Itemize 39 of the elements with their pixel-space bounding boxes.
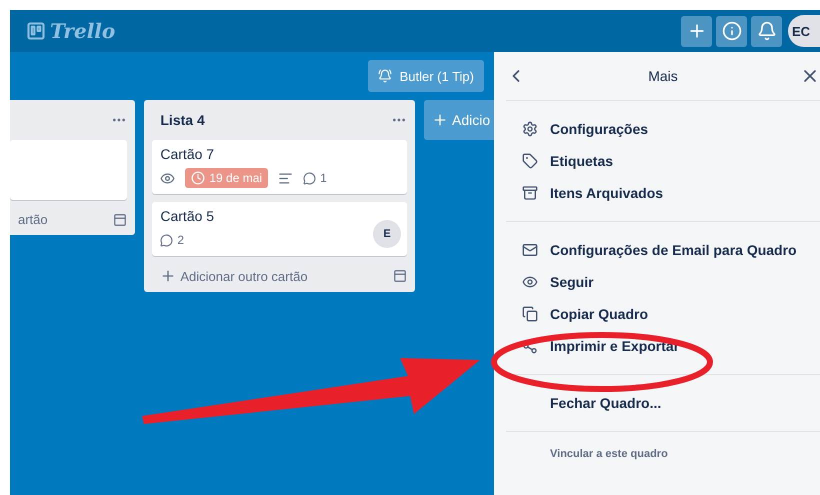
plus-icon (432, 112, 448, 128)
tag-icon (522, 153, 538, 169)
card[interactable]: Cartão 7 19 de mai 1 (152, 140, 407, 194)
mail-icon (522, 242, 538, 258)
add-card-button[interactable]: Adicionar outro cartão (160, 268, 308, 284)
eye-icon (522, 274, 538, 290)
comments-badge: 2 (160, 233, 184, 247)
list-title[interactable]: Lista 4 (160, 112, 205, 128)
menu-item[interactable]: Itens Arquivados (506, 177, 820, 209)
description-icon (278, 170, 294, 186)
copy-icon (522, 306, 538, 322)
card[interactable]: Cartão 5 2 E (152, 202, 407, 256)
menu-item[interactable]: Fechar Quadro... (506, 387, 820, 419)
menu-item[interactable]: Copiar Quadro (506, 298, 820, 330)
bell-icon (756, 21, 776, 41)
template-icon[interactable] (393, 269, 407, 283)
menu-item[interactable]: Seguir (506, 266, 820, 298)
menu-item[interactable]: Configurações (506, 113, 820, 145)
user-avatar[interactable]: EC (788, 15, 820, 47)
menu-title: Mais (648, 68, 678, 84)
gear-icon (522, 121, 538, 137)
card-title: Cartão 5 (160, 208, 216, 224)
template-icon[interactable] (113, 212, 128, 226)
menu-item[interactable]: Configurações de Email para Quadro (506, 234, 820, 266)
info-icon (722, 21, 742, 41)
add-button[interactable] (681, 16, 712, 46)
info-button[interactable] (716, 16, 747, 46)
notifications-button[interactable] (751, 16, 782, 46)
card-title: Cartão 7 (160, 146, 216, 162)
add-card-button[interactable]: artão (18, 212, 48, 227)
menu-item[interactable]: Etiquetas (506, 145, 820, 177)
menu-item[interactable]: Imprimir e Exportar (506, 330, 820, 362)
due-date-badge: 19 de mai (185, 168, 268, 188)
eye-icon (160, 170, 176, 186)
section-label: Vincular a este quadro (549, 447, 669, 460)
comments-badge: 1 (303, 171, 327, 185)
bell-icon (378, 69, 392, 83)
member-avatar[interactable]: E (373, 220, 401, 248)
archive-icon (522, 185, 538, 201)
